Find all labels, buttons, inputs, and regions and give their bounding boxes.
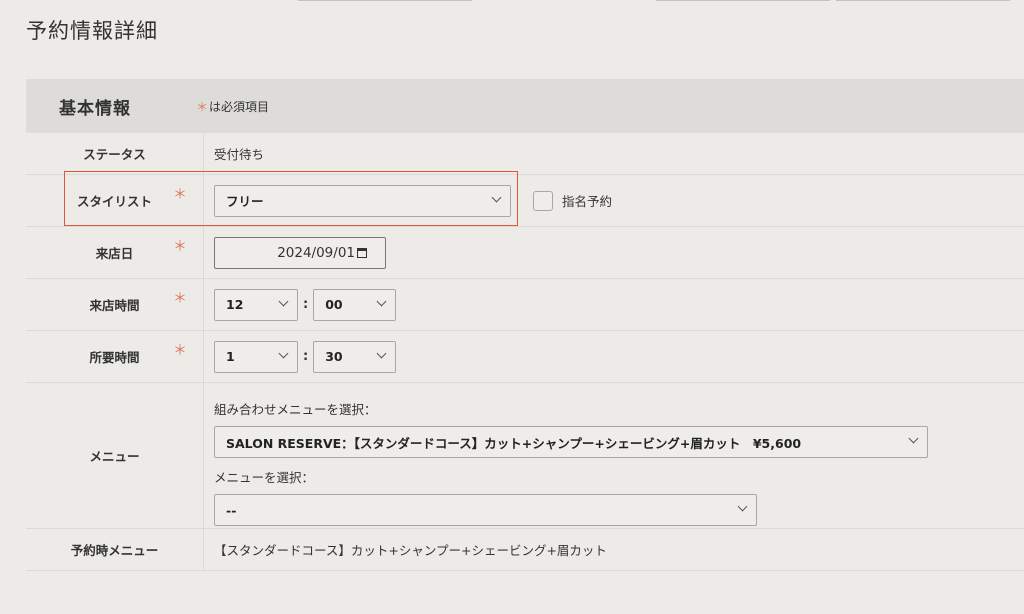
- duration-label: 所要時間＊: [26, 331, 204, 382]
- visit-hour-select[interactable]: 12: [214, 288, 298, 321]
- chevron-down-icon: [908, 433, 919, 444]
- reserved-menu-row: 予約時メニュー 【スタンダードコース】カット+シャンプー+シェービング+眉カット: [26, 529, 1024, 571]
- chevron-down-icon: [278, 348, 289, 358]
- designation-label: 指名予約: [562, 194, 613, 209]
- combo-menu-caption: 組み合わせメニューを選択：: [214, 402, 377, 417]
- status-label: ステータス: [26, 133, 204, 174]
- menu-row: メニュー 組み合わせメニューを選択： SALON RESERVE：【スタンダード…: [26, 383, 1024, 529]
- visit-time-label: 来店時間＊: [26, 279, 204, 330]
- status-row: ステータス 受付待ち: [26, 133, 1024, 175]
- duration-row: 所要時間＊ 1 : 30: [26, 331, 1024, 383]
- top-nav-stub-2: [656, 0, 830, 1]
- duration-hour-select[interactable]: 1: [214, 340, 298, 373]
- visit-minute-select[interactable]: 00: [313, 288, 397, 321]
- designation-checkbox[interactable]: [533, 190, 553, 211]
- required-asterisk-icon: ＊: [173, 239, 187, 255]
- required-asterisk-icon: ＊: [173, 343, 187, 359]
- visit-date-label: 来店日＊: [26, 227, 204, 278]
- basic-info-panel: 基本情報 ＊は必須項目 ステータス 受付待ち スタイリスト＊ フリー 指名予約 …: [26, 79, 1024, 571]
- top-nav-stub-1: [298, 0, 472, 1]
- combo-menu-select[interactable]: SALON RESERVE：【スタンダードコース】カット+シャンプー+シェービン…: [214, 426, 928, 458]
- stylist-label: スタイリスト＊: [26, 175, 204, 226]
- stylist-row: スタイリスト＊ フリー 指名予約: [26, 175, 1024, 227]
- duration-minute-select[interactable]: 30: [313, 340, 397, 373]
- chevron-down-icon: [376, 296, 387, 306]
- time-separator: :: [303, 297, 309, 312]
- menu-caption: メニューを選択：: [214, 470, 315, 485]
- visit-date-input[interactable]: 2024/09/01: [214, 236, 386, 269]
- menu-label: メニュー: [26, 383, 204, 528]
- time-separator: :: [303, 349, 309, 364]
- status-value: 受付待ち: [214, 147, 265, 162]
- page-title: 予約情報詳細: [26, 19, 158, 43]
- chevron-down-icon: [491, 192, 502, 202]
- top-nav-stub-3: [836, 0, 1010, 1]
- chevron-down-icon: [278, 296, 289, 306]
- reserved-menu-value: 【スタンダードコース】カット+シャンプー+シェービング+眉カット: [214, 543, 607, 558]
- section-title: 基本情報: [59, 98, 131, 119]
- required-asterisk-icon: ＊: [196, 99, 209, 114]
- required-asterisk-icon: ＊: [173, 291, 187, 307]
- panel-header: 基本情報 ＊は必須項目: [26, 79, 1024, 133]
- required-asterisk-icon: ＊: [173, 187, 187, 203]
- reserved-menu-label: 予約時メニュー: [26, 529, 204, 570]
- required-note: ＊は必須項目: [196, 99, 270, 114]
- stylist-select[interactable]: フリー: [214, 184, 511, 217]
- visit-time-row: 来店時間＊ 12 : 00: [26, 279, 1024, 331]
- chevron-down-icon: [737, 501, 748, 512]
- calendar-icon[interactable]: [357, 247, 367, 258]
- menu-select[interactable]: --: [214, 494, 757, 526]
- chevron-down-icon: [376, 348, 387, 358]
- visit-date-row: 来店日＊ 2024/09/01: [26, 227, 1024, 279]
